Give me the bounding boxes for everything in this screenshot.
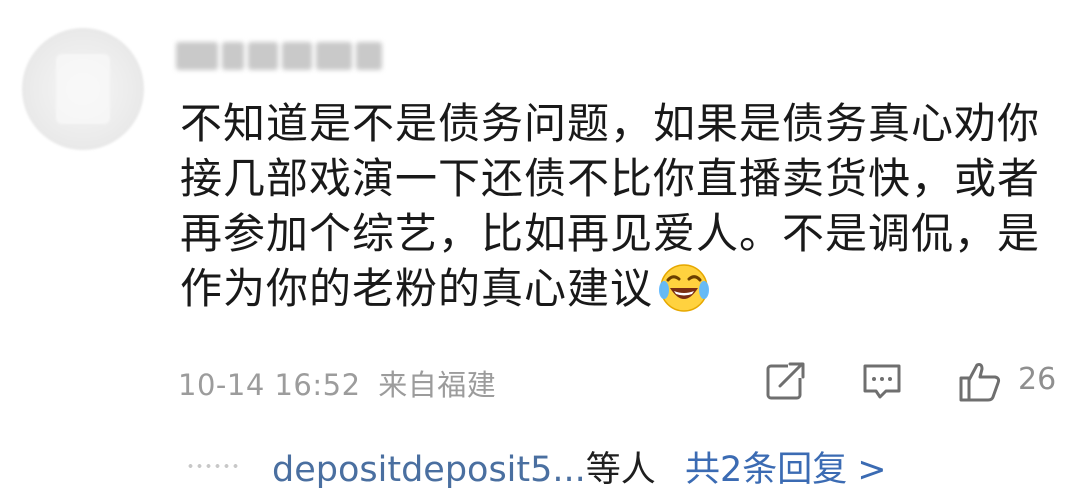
comment-line: 不知道是不是债务问题，如果是债务真心劝你	[180, 99, 1041, 148]
username-blur-block	[316, 42, 352, 70]
comment-line: 接几部戏演一下还债不比你直播卖货快，或者	[180, 154, 1041, 203]
username-blur-block	[248, 42, 278, 70]
avatar[interactable]	[22, 28, 144, 150]
username-blur-block	[222, 42, 244, 70]
reply-dots	[186, 464, 242, 468]
username-blur-block	[282, 42, 312, 70]
reply-summary[interactable]: depositdeposit5...等人 共2条回复 >	[272, 441, 887, 492]
comment-location: 来自福建	[378, 368, 497, 402]
comment-meta: 10-14 16:52 来自福建	[178, 362, 496, 404]
thumbs-up-icon[interactable]	[958, 360, 1002, 404]
share-icon[interactable]	[764, 360, 808, 404]
comment-date: 10-14 16:52	[178, 368, 361, 402]
chevron-right-icon: >	[857, 450, 887, 490]
username-blur-block	[356, 42, 382, 70]
reply-suffix: 等人	[585, 450, 656, 490]
comment-line-last: 作为你的老粉的真心建议	[180, 261, 1060, 316]
comment-line: 再参加个综艺，比如再见爱人。不是调侃，是	[180, 209, 1041, 258]
comment-icon[interactable]	[860, 360, 904, 404]
laughing-crying-emoji-icon	[659, 264, 710, 312]
comment-text: 不知道是不是债务问题，如果是债务真心劝你 接几部戏演一下还债不比你直播卖货快，或…	[180, 96, 1060, 316]
username-blur-block	[176, 42, 218, 70]
comment-line: 作为你的老粉的真心建议	[180, 264, 654, 313]
reply-user-link[interactable]: depositdeposit5...	[272, 450, 586, 490]
like-count: 26	[1018, 362, 1057, 397]
view-replies-link[interactable]: 共2条回复	[685, 450, 847, 490]
username-blurred[interactable]	[176, 34, 382, 78]
avatar-image	[56, 54, 110, 124]
